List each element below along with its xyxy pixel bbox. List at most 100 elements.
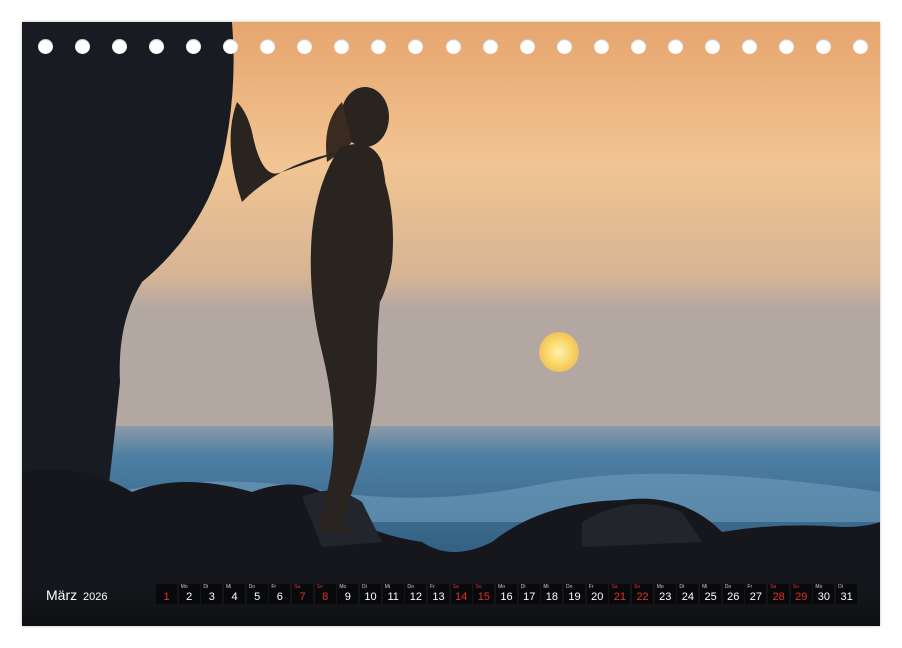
day-number: 19 xyxy=(568,591,581,603)
day-of-week: Sa xyxy=(770,584,777,590)
day-of-week: Mo xyxy=(656,584,664,590)
day-cell: Mo 30 xyxy=(813,584,835,604)
day-cell: Mi 18 xyxy=(541,584,563,604)
binding-hole xyxy=(38,39,53,54)
binding-hole xyxy=(408,39,424,54)
day-cell: Di 10 xyxy=(360,584,382,604)
day-number: 28 xyxy=(772,591,785,603)
day-number: 23 xyxy=(659,591,672,603)
day-cell: Sa 14 xyxy=(450,584,472,604)
day-number: 11 xyxy=(387,591,399,603)
day-number: 2 xyxy=(186,591,193,603)
day-number: 29 xyxy=(795,591,808,603)
day-cell: Do 12 xyxy=(405,584,427,604)
day-number: 24 xyxy=(681,591,695,603)
day-number: 20 xyxy=(591,591,604,603)
day-cell: Mo 16 xyxy=(496,584,518,604)
day-number: 22 xyxy=(636,591,649,603)
day-of-week: Sa xyxy=(452,584,459,590)
binding-hole xyxy=(482,39,498,54)
day-of-week: Mo xyxy=(180,584,188,590)
day-number: 25 xyxy=(704,591,717,603)
binding-hole xyxy=(223,39,239,54)
day-of-week: Di xyxy=(362,584,367,590)
day-of-week: Di xyxy=(203,584,209,590)
day-number: 31 xyxy=(840,591,853,603)
day-number: 21 xyxy=(613,591,627,603)
day-of-week: Mo xyxy=(339,584,347,590)
day-number: 10 xyxy=(364,591,377,603)
day-number: 26 xyxy=(727,591,740,603)
binding-hole xyxy=(149,39,165,54)
day-of-week: Fr xyxy=(430,584,435,590)
day-number: 7 xyxy=(299,591,306,603)
day-cell: Fr 27 xyxy=(745,584,767,604)
day-cell: So 8 xyxy=(314,584,336,604)
binding-hole xyxy=(260,39,276,54)
day-number: 27 xyxy=(749,591,763,603)
day-of-week: Di xyxy=(520,584,526,590)
day-of-week: Di xyxy=(838,584,843,590)
day-number: 8 xyxy=(322,591,329,603)
day-of-week: Do xyxy=(407,584,414,590)
day-cell: So 29 xyxy=(790,584,812,604)
binding-hole xyxy=(334,39,350,54)
day-of-week: Mi xyxy=(384,584,390,590)
binding-hole xyxy=(75,39,91,54)
day-cell: Di 24 xyxy=(677,584,699,604)
day-of-week: So xyxy=(634,584,641,590)
binding-hole xyxy=(112,39,128,54)
day-number: 15 xyxy=(477,591,490,603)
day-number: 30 xyxy=(817,591,831,603)
binding-hole xyxy=(667,39,683,54)
day-cell: Fr 6 xyxy=(269,584,291,604)
day-of-week: Fr xyxy=(588,584,594,590)
binding-hole xyxy=(704,39,720,54)
day-cell: Mo 2 xyxy=(178,584,200,604)
day-of-week: Sa xyxy=(611,584,618,590)
binding-hole xyxy=(630,39,646,54)
day-cell: So 22 xyxy=(632,584,654,604)
day-cell: Sa 7 xyxy=(292,584,314,604)
day-number: 5 xyxy=(254,591,261,603)
day-cell: Do 26 xyxy=(722,584,744,604)
day-number: 6 xyxy=(276,591,283,603)
calendar-page: März 2026 1 Mo 2 Di 3 Mi 4 Do 5 Fr 6 Sa 7 So 8 Mo 9 Di 10 M… xyxy=(22,22,880,626)
binding-holes xyxy=(38,39,868,55)
day-cell: Di 31 xyxy=(836,584,858,604)
day-of-week: Mi xyxy=(702,584,708,590)
day-of-week: So xyxy=(475,584,482,590)
day-number: 1 xyxy=(163,591,170,603)
day-cell: Di 3 xyxy=(201,584,223,604)
day-of-week: Sa xyxy=(294,584,301,590)
day-of-week: Di xyxy=(679,584,685,590)
day-number: 3 xyxy=(208,591,215,603)
sunset-beach-photo xyxy=(22,22,880,626)
day-number: 4 xyxy=(231,591,238,603)
day-number: 13 xyxy=(432,591,445,603)
day-cell: Mo 23 xyxy=(654,584,676,604)
day-of-week: Mi xyxy=(226,584,232,590)
sun xyxy=(539,332,579,372)
day-of-week: Mo xyxy=(815,584,823,590)
day-cell: So 15 xyxy=(473,584,495,604)
day-cell: Mi 11 xyxy=(382,584,404,604)
day-cell: Fr 20 xyxy=(586,584,608,604)
binding-hole xyxy=(371,39,387,54)
day-of-week: So xyxy=(792,584,799,590)
day-cell: Sa 21 xyxy=(609,584,631,604)
binding-hole xyxy=(593,39,609,54)
binding-hole xyxy=(815,39,831,54)
day-number: 14 xyxy=(455,591,468,603)
day-number: 12 xyxy=(409,591,422,603)
day-of-week: Do xyxy=(248,584,256,590)
day-of-week: So xyxy=(316,584,323,590)
binding-hole xyxy=(778,39,794,54)
binding-hole xyxy=(853,39,868,54)
day-cell: Mi 25 xyxy=(700,584,722,604)
binding-hole xyxy=(445,39,461,54)
day-cell: Sa 28 xyxy=(768,584,790,604)
binding-hole xyxy=(297,39,313,54)
day-of-week: Fr xyxy=(271,584,277,590)
day-number: 18 xyxy=(545,591,558,603)
